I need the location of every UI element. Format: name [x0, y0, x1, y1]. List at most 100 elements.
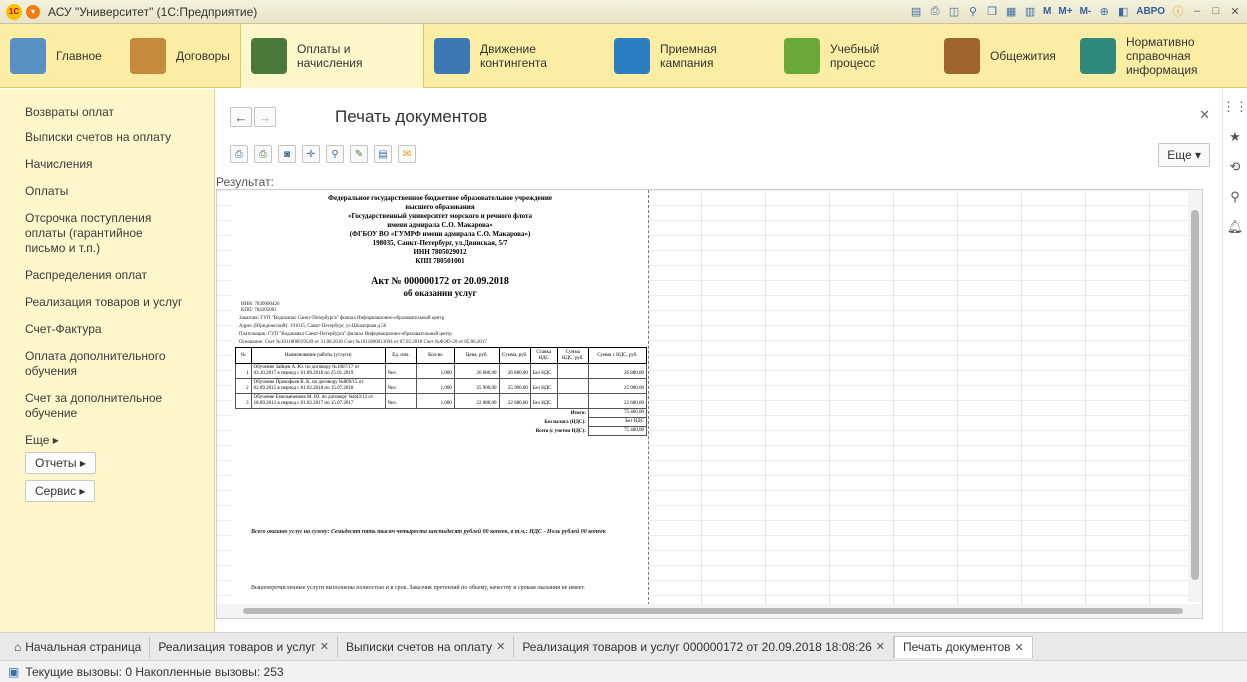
- memory-minus-button[interactable]: M-: [1078, 6, 1094, 17]
- panel-icon[interactable]: ◧: [1115, 3, 1131, 19]
- close-tab-icon[interactable]: ✕: [320, 640, 329, 653]
- memory-button[interactable]: M: [1041, 6, 1053, 17]
- memory-plus-button[interactable]: M+: [1056, 6, 1074, 17]
- favorites-icon[interactable]: ★: [1229, 129, 1241, 145]
- total-vat-value: 75 460,00: [587, 426, 648, 436]
- page-title: Печать документов: [335, 107, 488, 126]
- contingent-section-icon: [434, 38, 470, 74]
- more-button[interactable]: Еще ▾: [1158, 143, 1210, 167]
- sidebar-item-distribution[interactable]: Распределения оплат: [0, 268, 214, 283]
- section-panel: Главное Договоры Оплаты и начисления Дви…: [0, 24, 1247, 88]
- dormitories-section-icon: [944, 38, 980, 74]
- tab-print-documents[interactable]: Печать документов ✕: [894, 635, 1033, 658]
- section-label: Движение контингента: [480, 42, 547, 70]
- notifications-icon[interactable]: 🔔︎: [1227, 219, 1244, 235]
- info-icon[interactable]: ⓘ: [1170, 3, 1186, 19]
- close-tab-icon[interactable]: ✕: [496, 640, 505, 653]
- section-label: Общежития: [990, 49, 1056, 63]
- save-icon[interactable]: ▤: [374, 145, 392, 163]
- org-line: ИНН 7805029012: [413, 248, 467, 256]
- horizontal-scrollbar[interactable]: [217, 604, 1202, 618]
- cell: 3: [235, 393, 252, 409]
- vertical-scroll-thumb[interactable]: [1191, 210, 1199, 580]
- section-education[interactable]: Учебный процесс: [774, 24, 934, 88]
- result-label: Результат:: [216, 175, 274, 189]
- link-icon[interactable]: ⚲: [965, 3, 981, 19]
- service-button[interactable]: Сервис ▸: [25, 480, 96, 502]
- table-row: 3 Обучение Емельяненков М. Ю. по договор…: [235, 393, 648, 409]
- all-functions-icon[interactable]: ⋮⋮: [1222, 99, 1247, 115]
- zoom-icon[interactable]: ⊕: [1096, 3, 1112, 19]
- print-icon[interactable]: ⎙: [230, 145, 248, 163]
- total-vat-row: Всего (с учетом НДС): 75 460,00: [236, 426, 648, 436]
- email-icon[interactable]: ✉: [398, 145, 416, 163]
- spreadsheet-document[interactable]: Федеральное государственное бюджетное об…: [216, 189, 1203, 619]
- section-reference[interactable]: Нормативно справочная информация: [1070, 24, 1247, 88]
- right-tool-panel: ⋮⋮ ★ ⟲ ⚲ 🔔︎: [1222, 89, 1247, 632]
- sidebar-item-invoice-facture[interactable]: Счет-Фактура: [0, 322, 214, 337]
- tab-label: Печать документов: [903, 640, 1011, 654]
- col-header: Кол-во: [415, 347, 455, 364]
- footer-statement: Вышеперечисленные услуги выполнены полно…: [251, 585, 585, 591]
- sidebar-item-extra-education-payment[interactable]: Оплата дополнительного обучения: [0, 349, 214, 379]
- close-form-icon[interactable]: ✕: [1199, 107, 1210, 123]
- sidebar-item-accruals[interactable]: Начисления: [0, 157, 214, 172]
- search-icon[interactable]: ⚲: [326, 145, 344, 163]
- sidebar-item-invoice-statements[interactable]: Выписки счетов на оплату: [0, 130, 214, 145]
- page-setup-icon[interactable]: ✛: [302, 145, 320, 163]
- close-tab-icon[interactable]: ✕: [876, 640, 885, 653]
- tab-home[interactable]: ⌂ Начальная страница: [6, 635, 151, 658]
- close-window-icon[interactable]: ✕: [1227, 3, 1243, 19]
- col-header: Сумма НДС, руб.: [556, 347, 589, 364]
- status-text: Текущие вызовы: 0 Накопленные вызовы: 25…: [25, 664, 284, 679]
- copy-icon[interactable]: ❐: [984, 3, 1000, 19]
- total-value: 75 460,00: [587, 408, 648, 418]
- print-icon[interactable]: ⎙: [927, 3, 943, 19]
- col-header: Цена, руб.: [453, 347, 500, 364]
- tab-sales[interactable]: Реализация товаров и услуг ✕: [150, 635, 338, 658]
- section-payments[interactable]: Оплаты и начисления: [240, 24, 424, 88]
- calculator-icon[interactable]: ▦: [1003, 3, 1019, 19]
- window-title: АСУ "Университет" (1С:Предприятие): [48, 4, 258, 19]
- minimize-icon[interactable]: –: [1189, 3, 1205, 19]
- tab-label: Выписки счетов на оплату: [345, 639, 493, 654]
- section-main[interactable]: Главное: [0, 24, 120, 88]
- section-contingent[interactable]: Движение контингента: [424, 24, 604, 88]
- sidebar-item-deferral[interactable]: Отсрочка поступления оплаты (гарантийное…: [0, 211, 185, 256]
- forward-button[interactable]: →: [254, 107, 276, 127]
- vertical-scrollbar[interactable]: [1188, 190, 1202, 602]
- section-admission[interactable]: Приемная кампания: [604, 24, 774, 88]
- tab-label: Реализация товаров и услуг: [158, 639, 316, 654]
- sidebar-item-payments[interactable]: Оплаты: [0, 184, 214, 199]
- sidebar-item-sales[interactable]: Реализация товаров и услуг: [0, 295, 214, 310]
- preview-icon[interactable]: ◙: [278, 145, 296, 163]
- app-logo-icon: 1С: [6, 3, 22, 20]
- maximize-icon[interactable]: □: [1208, 3, 1224, 19]
- edit-icon[interactable]: ✎: [350, 145, 368, 163]
- save-icon[interactable]: ▤: [908, 3, 924, 19]
- sidebar-item-extra-education-invoice[interactable]: Счет за дополнительное обучение: [0, 391, 214, 421]
- reports-button[interactable]: Отчеты ▸: [25, 452, 96, 474]
- sidebar-more-link[interactable]: Еще ▸: [0, 433, 214, 448]
- history-icon[interactable]: ⟲: [1230, 159, 1241, 175]
- horizontal-scroll-thumb[interactable]: [243, 608, 1183, 614]
- calendar-icon[interactable]: ▥: [1022, 3, 1038, 19]
- tab-sales-document[interactable]: Реализация товаров и услуг 000000172 от …: [514, 635, 895, 658]
- back-button[interactable]: ←: [230, 107, 252, 127]
- cell: Обучение Емельяненков М. Ю. по договору …: [250, 393, 386, 409]
- no-vat-value: Без НДС: [587, 417, 648, 427]
- col-header: №: [235, 347, 252, 364]
- act-title: Акт № 000000172 от 20.09.2018: [371, 276, 509, 287]
- main-menu-icon[interactable]: ▾: [26, 4, 40, 19]
- basis-line: Основание: Счет №1011800019549 от 31.08.…: [239, 340, 487, 345]
- close-tab-icon[interactable]: ✕: [1015, 641, 1024, 654]
- preview-icon[interactable]: ◫: [946, 3, 962, 19]
- cell: 26 880,00: [498, 363, 531, 379]
- tab-invoice-statements[interactable]: Выписки счетов на оплату ✕: [338, 635, 515, 658]
- quick-print-icon[interactable]: ⎙: [254, 145, 272, 163]
- search-icon[interactable]: ⚲: [1230, 189, 1240, 205]
- section-dormitories[interactable]: Общежития: [934, 24, 1070, 88]
- user-name[interactable]: АВРО: [1134, 6, 1167, 17]
- sidebar-item-refunds[interactable]: Возвраты оплат: [0, 105, 214, 120]
- section-contracts[interactable]: Договоры: [120, 24, 240, 88]
